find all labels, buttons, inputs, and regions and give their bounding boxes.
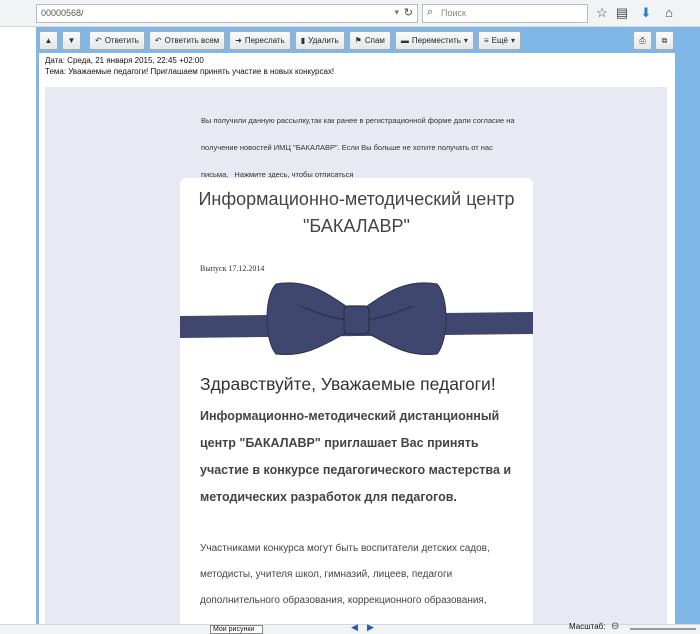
newsletter-card: Информационно-методический центр "БАКАЛА… [180,178,533,624]
issue-date: Выпуск 17.12.2014 [200,264,265,273]
intro-text: Вы получили данную рассылку,так как ране… [201,107,521,188]
spam-icon: ⚑ [354,36,362,45]
search-placeholder: Поиск [441,8,466,18]
message-date: Дата: Среда, 21 января 2015, 22:45 +02:0… [45,56,204,65]
print-icon: ⎙ [639,35,646,45]
reply-button[interactable]: ↶ Ответить [89,31,145,50]
zoom-out-icon[interactable]: ⊖ [611,621,619,632]
zoom-label: Масштаб: [569,622,606,631]
lead-paragraph: Информационно-методический дистанционный… [200,409,512,504]
more-button[interactable]: ≡ Ещё ▾ [477,31,521,50]
search-icon: ⌕ [427,6,434,18]
print-button[interactable]: ⎙ [633,31,652,50]
reply-all-label: Ответить всем [164,36,220,45]
dropdown-arrow-icon[interactable]: ▾ [394,7,399,18]
greeting: Здравствуйте, Уважаемые педагоги! [200,374,496,394]
spam-button[interactable]: ⚑ Спам [348,31,391,50]
folder-icon: ▬ [400,36,409,45]
prev-message-button[interactable]: ▲ [39,31,58,50]
star-icon[interactable]: ☆ [593,4,611,22]
message-subject: Тема: Уважаемые педагоги! Приглашаем при… [45,67,335,76]
scrollbar[interactable] [676,56,700,621]
pictures-tab[interactable]: Мои рисунки [210,625,263,634]
bow-tie-image [180,282,533,356]
reply-label: Ответить [104,36,139,45]
title-line-1: Информационно-методический центр [198,189,515,209]
more-label: Ещё [491,36,508,45]
more-icon: ≡ [483,36,489,45]
newsletter-title: Информационно-методический центр "БАКАЛА… [180,186,533,240]
move-label: Переместить [411,36,461,45]
forward-icon: ➜ [235,36,242,45]
search-input[interactable]: ⌕ Поиск [422,4,588,23]
reply-all-icon: ↶ [154,36,162,45]
chevron-down-icon: ▾ [510,36,515,45]
mail-toolbar: ▲ ▼ ↶ Ответить ↶ Ответить всем ➜ Пересла… [39,31,521,52]
reply-icon: ↶ [95,36,102,45]
arrow-up-icon: ▲ [44,36,53,45]
email-body: Вы получили данную рассылку,так как ране… [45,87,667,624]
arrow-down-icon: ▼ [67,36,76,45]
browser-toolbar: 00000568/ ▾ ↻ ⌕ Поиск ☆ ▤ ⬇ ⌂ [0,0,700,27]
url-text: 00000568/ [41,8,84,18]
clipboard-icon[interactable]: ▤ [613,4,631,22]
download-icon[interactable]: ⬇ [637,4,655,22]
trash-icon: ▮ [300,36,306,45]
prev-arrow-icon[interactable]: ◀ [351,622,358,633]
move-button[interactable]: ▬ Переместить ▾ [394,31,474,50]
open-window-button[interactable]: ⧉ [655,31,674,50]
title-line-2: "БАКАЛАВР" [303,216,410,236]
next-message-button[interactable]: ▼ [62,31,81,50]
forward-label: Переслать [244,36,285,45]
delete-label: Удалить [308,36,339,45]
participants-paragraph: Участниками конкурса могут быть воспитат… [200,543,490,606]
forward-button[interactable]: ➜ Переслать [229,31,291,50]
chevron-down-icon: ▾ [463,36,468,45]
reply-all-button[interactable]: ↶ Ответить всем [148,31,226,50]
delete-button[interactable]: ▮ Удалить [294,31,345,50]
next-arrow-icon[interactable]: ▶ [367,622,374,633]
home-icon[interactable]: ⌂ [660,4,678,22]
new-window-icon: ⧉ [661,35,668,45]
spam-label: Спам [364,36,385,45]
zoom-slider[interactable] [630,628,696,630]
reload-icon[interactable]: ↻ [404,6,413,19]
address-bar[interactable]: 00000568/ ▾ ↻ [36,4,418,23]
